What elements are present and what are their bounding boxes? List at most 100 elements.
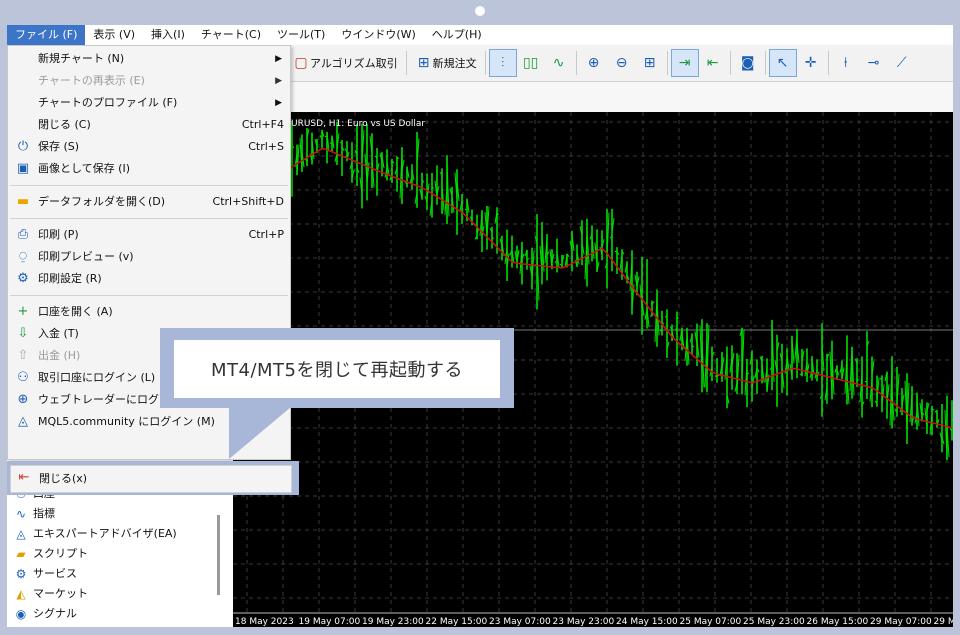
save-icon: ⏻ [17,139,29,154]
menu-chart[interactable]: チャート(C) [193,25,269,45]
image-icon: ▣ [16,161,30,176]
toolbar-separator [729,51,731,75]
bar-chart-button[interactable]: ⫶ [488,49,517,77]
algo-trading-label: アルゴリズム取引 [310,57,398,70]
menu-item-shortcut: Ctrl+P [248,228,284,241]
chart-shift-icon: ⇤ [706,55,719,71]
x-axis-label: 26 May 15:00 [807,617,869,627]
menu-item-shortcut: Ctrl+S [248,140,284,153]
bar-chart-icon: ⫶ [500,55,505,71]
nav-item-indicators[interactable]: ∿ 指標 [13,504,55,524]
algo-trading-icon: ▢ [294,55,308,71]
autoscroll-icon: ⇥ [678,55,691,71]
vertical-line-icon: ⍿ [843,55,848,71]
mt5-window: ファイル (F) 表示 (V) 挿入(I) チャート(C) ツール(T) ウイン… [7,25,953,627]
nav-item-market[interactable]: ◭ マーケット [13,584,88,604]
submenu-arrow-icon: ▶ [275,98,282,108]
x-axis-label: 25 May 23:00 [743,617,805,627]
indicator-icon: ∿ [15,507,27,521]
menu-item-shortcut: Ctrl+F4 [241,118,284,131]
nav-item-signals[interactable]: ◉ シグナル [13,604,77,624]
toolbar-separator [827,51,829,75]
menu-item-label: 印刷プレビュー (v) [38,250,134,263]
x-axis-label: 23 May 07:00 [489,617,551,627]
navigator-scrollbar[interactable] [217,515,220,595]
cursor-button[interactable]: ↖ [768,49,797,77]
nav-item-label: マーケット [33,587,88,600]
menu-help[interactable]: ヘルプ(H) [424,25,490,45]
line-chart-button[interactable]: ∿ [545,49,573,77]
trendline-icon: ⟋ [896,55,907,71]
window-dot-indicator [475,6,485,16]
menu-item-print[interactable]: ⎙ 印刷 (P) Ctrl+P [8,224,290,246]
tile-windows-button[interactable]: ⊞ [636,49,664,77]
menu-item-label: 印刷設定 (R) [38,272,102,285]
menu-tools[interactable]: ツール(T) [269,25,333,45]
bar-open-tick [339,141,343,144]
line-chart-icon: ∿ [552,55,565,71]
new-order-button[interactable]: ⊞ 新規注文 [410,49,482,77]
zoom-in-icon: ⊕ [587,55,600,71]
globe-icon: ⊕ [17,392,29,407]
script-icon: ▰ [16,547,26,561]
chart-shift-button[interactable]: ⇤ [699,49,727,77]
callout-box: MT4/MT5を閉じて再起動する [160,328,514,408]
main-toolbar: ▢ アルゴリズム取引 ⊞ 新規注文 ⫶ ▯▯ ∿ ⊕ ⊖ ⊞ ⇥ ⇤ ◙ ↖ ✛… [287,45,953,82]
submenu-arrow-icon: ▶ [275,54,282,64]
menu-item-open-data-folder[interactable]: ▬ データフォルダを開く(D) Ctrl+Shift+D [8,191,290,213]
nav-item-expert-advisors[interactable]: ◬ エキスパートアドバイザ(EA) [13,524,176,544]
zoom-out-icon: ⊖ [615,55,628,71]
withdraw-icon: ⇧ [17,348,29,363]
chart-title: URUSD, H1: Euro vs US Dollar [291,119,425,129]
menu-insert[interactable]: 挿入(I) [143,25,193,45]
nav-item-label: 指標 [33,507,55,520]
menu-item-label: 入金 (T) [38,327,79,340]
trendline-button[interactable]: ⟋ [888,49,916,77]
menu-separator [10,185,288,186]
menu-bar: ファイル (F) 表示 (V) 挿入(I) チャート(C) ツール(T) ウイン… [7,25,953,45]
algo-trading-button[interactable]: ▢ アルゴリズム取引 [287,49,403,77]
print-settings-icon: ⚙ [17,271,29,286]
menu-item-label: 口座を開く (A) [38,305,113,318]
grid-icon: ⊞ [643,55,656,71]
candlestick-icon: ▯▯ [522,55,539,71]
nav-item-scripts[interactable]: ▰ スクリプト [13,544,88,564]
menu-item-label: 閉じる(x) [39,472,88,485]
exit-highlight: ⇤ 閉じる(x) [7,461,299,495]
menu-item-print-setup[interactable]: ⚙ 印刷設定 (R) [8,268,290,290]
crosshair-button[interactable]: ✛ [797,49,825,77]
vertical-line-button[interactable]: ⍿ [832,49,860,77]
toolbar-separator [666,51,668,75]
menu-item-save[interactable]: ⏻ 保存 (S) Ctrl+S [8,136,290,158]
candle-chart-button[interactable]: ▯▯ [517,49,545,77]
menu-view[interactable]: 表示 (V) [85,25,143,45]
horizontal-line-button[interactable]: ⊸ [860,49,888,77]
menu-item-save-as-picture[interactable]: ▣ 画像として保存 (I) [8,158,290,180]
x-axis-label: 18 May 2023 [235,617,294,627]
toolbar-separator [764,51,766,75]
menu-item-label: チャートの再表示 (E) [38,74,145,87]
menu-item-label: 閉じる (C) [38,118,91,131]
callout-tail [229,407,291,459]
screenshot-button[interactable]: ◙ [734,49,762,77]
menu-window[interactable]: ウインドウ(W) [333,25,423,45]
autoscroll-button[interactable]: ⇥ [670,49,699,77]
zoom-in-button[interactable]: ⊕ [580,49,608,77]
x-axis-label: 25 May 07:00 [680,617,742,627]
menu-item-close-chart[interactable]: 閉じる (C) Ctrl+F4 [8,114,290,136]
menu-file[interactable]: ファイル (F) [7,25,86,45]
menu-item-exit[interactable]: ⇤ 閉じる(x) [10,465,292,493]
menu-item-new-chart[interactable]: 新規チャート (N) ▶ [8,48,290,70]
menu-item-print-preview[interactable]: ⍜ 印刷プレビュー (v) [8,246,290,268]
menu-item-label: 印刷 (P) [38,228,79,241]
zoom-out-button[interactable]: ⊖ [608,49,636,77]
expert-icon: ◬ [16,527,26,541]
menu-item-open-account[interactable]: + 口座を開く (A) [8,301,290,323]
x-axis-label: 29 May 07:00 [870,617,932,627]
x-axis-label: 29 M [934,617,954,627]
nav-item-services[interactable]: ⚙ サービス [13,564,77,584]
toolbar-separator [484,51,486,75]
deposit-icon: ⇩ [17,326,29,341]
menu-item-chart-profiles[interactable]: チャートのプロファイル (F) ▶ [8,92,290,114]
folder-icon: ▬ [16,194,30,209]
